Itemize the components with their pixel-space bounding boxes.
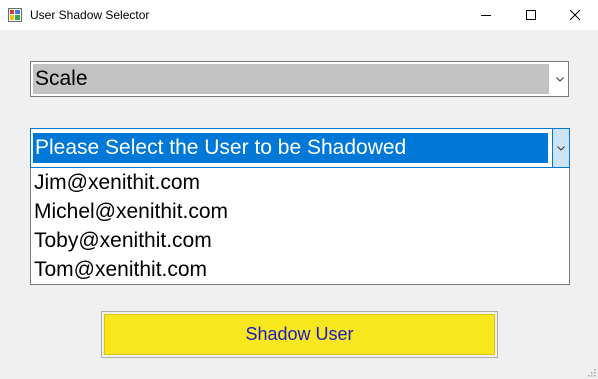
chevron-down-icon (557, 145, 565, 151)
user-dropdown-list: Jim@xenithit.com Michel@xenithit.com Tob… (30, 168, 570, 285)
minimize-icon (481, 15, 491, 16)
close-button[interactable] (552, 0, 598, 30)
minimize-button[interactable] (463, 0, 509, 30)
list-item[interactable]: Tom@xenithit.com (31, 255, 569, 284)
user-combobox[interactable]: Please Select the User to be Shadowed (30, 128, 570, 168)
close-icon (570, 10, 580, 20)
scale-combobox-dropdown-button[interactable] (551, 62, 568, 96)
user-shadow-selector-window: User Shadow Selector Scale Please Select… (0, 0, 598, 379)
maximize-button[interactable] (508, 0, 554, 30)
resize-grip-icon[interactable] (586, 367, 596, 377)
chevron-down-icon (555, 76, 564, 82)
maximize-icon (526, 10, 536, 20)
user-combobox-value: Please Select the User to be Shadowed (33, 133, 548, 163)
list-item[interactable]: Michel@xenithit.com (31, 197, 569, 226)
list-item[interactable]: Jim@xenithit.com (31, 168, 569, 197)
user-combobox-dropdown-button[interactable] (552, 129, 569, 167)
window-title: User Shadow Selector (30, 8, 150, 22)
title-bar[interactable]: User Shadow Selector (0, 0, 598, 30)
scale-combobox-value: Scale (33, 64, 549, 94)
list-item[interactable]: Toby@xenithit.com (31, 226, 569, 255)
shadow-user-button[interactable]: Shadow User (101, 311, 498, 358)
app-icon (8, 8, 22, 22)
scale-combobox[interactable]: Scale (30, 61, 569, 97)
